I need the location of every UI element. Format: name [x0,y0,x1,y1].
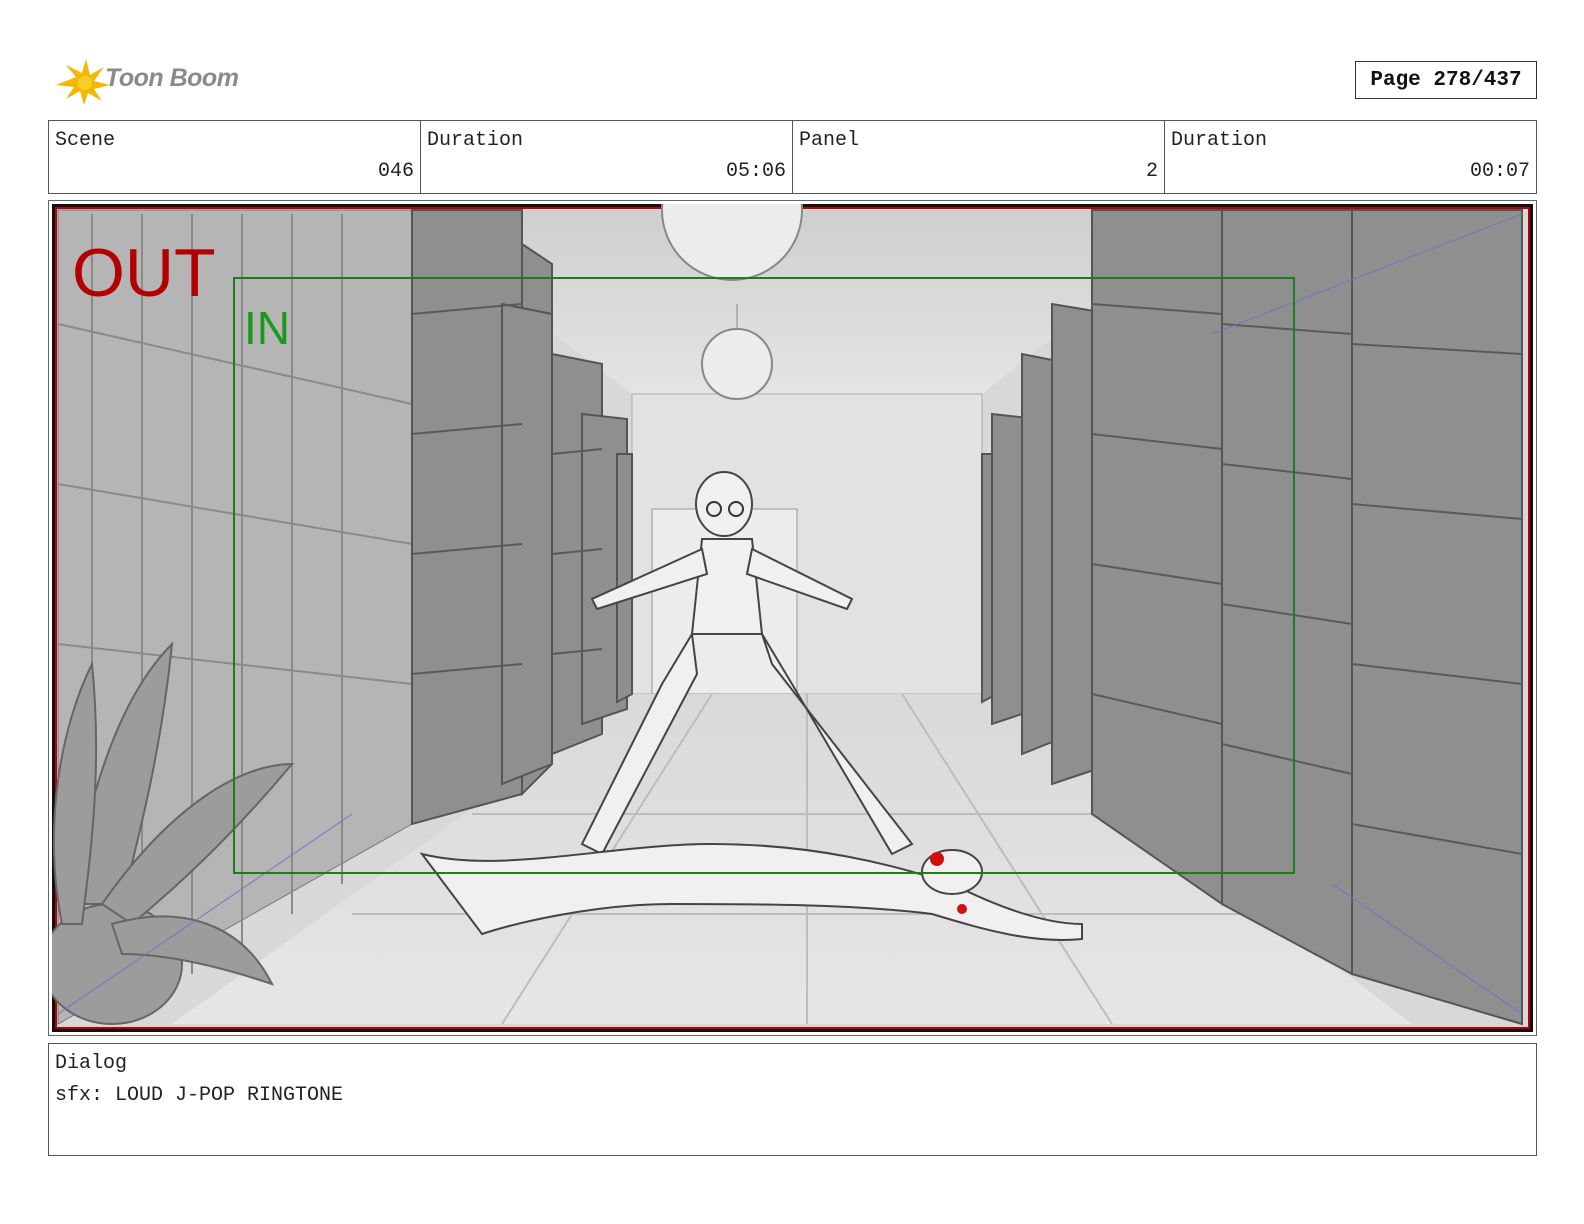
scene-value: 046 [377,160,414,183]
dialog-box: Dialog sfx: LOUD J-POP RINGTONE [48,1043,1537,1156]
panel-label: Panel [799,129,860,152]
page-number: Page 278/437 [1355,61,1537,99]
logo-text: Toon Boom [105,64,239,92]
scene-info-table: Scene 046 Duration 05:06 Panel 2 Duratio… [48,120,1537,194]
panel-duration-label: Duration [1171,129,1268,152]
dialog-text: sfx: LOUD J-POP RINGTONE [55,1084,344,1107]
scene-duration-cell: Duration 05:06 [421,121,793,193]
dialog-label: Dialog [55,1052,128,1075]
in-frame-label: IN [244,302,290,354]
out-frame-label: OUT [72,235,216,311]
storyboard-panel-image: OUT IN [52,204,1533,1032]
scene-cell: Scene 046 [49,121,421,193]
scene-duration-label: Duration [427,129,524,152]
panel-duration-cell: Duration 00:07 [1165,121,1536,193]
scene-duration-value: 05:06 [725,160,786,183]
panel-cell: Panel 2 [793,121,1165,193]
panel-value: 2 [1145,160,1158,183]
scene-label: Scene [55,129,116,152]
panel-duration-value: 00:07 [1469,160,1530,183]
